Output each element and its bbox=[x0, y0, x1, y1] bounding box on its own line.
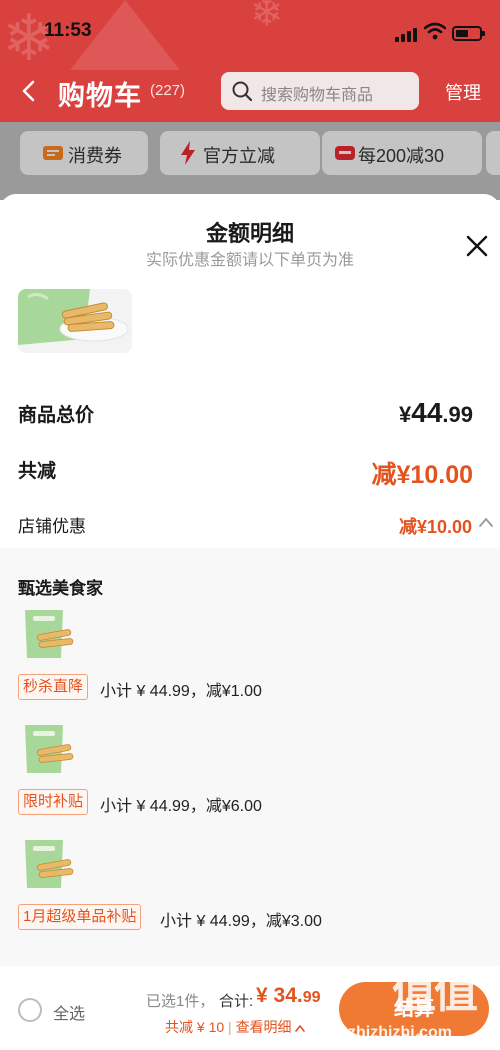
search-input[interactable]: 搜索购物车商品 bbox=[221, 72, 419, 110]
select-all-checkbox[interactable] bbox=[18, 998, 42, 1022]
battery-icon bbox=[452, 26, 485, 41]
chip-per-200-off-30[interactable]: 每200减30 bbox=[322, 131, 482, 175]
amount-detail-sheet: 金额明细 实际优惠金额请以下单页为准 商品总价 ¥44.99 共减 减¥10.0… bbox=[0, 194, 500, 966]
discount-item: 1月超级单品补贴 小计 ¥ 44.99，减¥3.00 bbox=[18, 838, 478, 948]
product-thumbnail[interactable] bbox=[23, 838, 75, 890]
store-discount-label[interactable]: 店铺优惠 bbox=[18, 512, 86, 537]
chip-more[interactable] bbox=[486, 131, 500, 175]
product-thumbnail[interactable] bbox=[18, 289, 132, 353]
discount-item: 秒杀直降 小计 ¥ 44.99，减¥1.00 bbox=[18, 608, 478, 718]
sheet-title: 金额明细 bbox=[205, 221, 294, 246]
selected-count: 已选1件， bbox=[146, 993, 215, 1010]
discount-item: 限时补贴 小计 ¥ 44.99，减¥6.00 bbox=[18, 723, 478, 833]
watermark-url: zhizhizhi.com bbox=[348, 1024, 452, 1041]
cart-count: (227) bbox=[150, 82, 186, 99]
shop-name: 甄选美食家 bbox=[18, 579, 103, 598]
chevron-up-icon[interactable] bbox=[479, 516, 493, 528]
nav-bar: 购物车 (227) 搜索购物车商品 管理 bbox=[0, 66, 500, 118]
product-thumbnail[interactable] bbox=[23, 608, 75, 660]
saved-summary[interactable]: 共减 ¥ 10 | 查看明细 bbox=[165, 1017, 306, 1037]
item-subtotal: 小计 ¥ 44.99，减¥3.00 bbox=[160, 913, 322, 930]
wifi-icon bbox=[424, 22, 446, 40]
search-icon bbox=[232, 81, 253, 102]
item-subtotal: 小计 ¥ 44.99，减¥6.00 bbox=[100, 798, 262, 815]
product-thumbnail[interactable] bbox=[23, 723, 75, 775]
total-reduce-value: 减¥10.00 bbox=[371, 461, 473, 489]
back-arrow-icon[interactable] bbox=[18, 78, 40, 104]
grand-total-label: 合计: bbox=[219, 993, 254, 1010]
promo-filter-strip: 消费券 官方立减 每200减30 bbox=[0, 122, 500, 200]
status-time: 11:53 bbox=[44, 20, 92, 41]
egg-roll-product-image bbox=[18, 289, 132, 353]
close-icon[interactable] bbox=[463, 232, 491, 260]
goods-total-label: 商品总价 bbox=[18, 405, 95, 426]
lightning-icon bbox=[181, 141, 195, 165]
grand-total-value: ¥ 34.99 bbox=[256, 984, 321, 1007]
search-placeholder: 搜索购物车商品 bbox=[261, 87, 374, 104]
discount-icon bbox=[335, 146, 355, 160]
manage-button[interactable]: 管理 bbox=[445, 79, 481, 105]
chip-label: 每200减30 bbox=[358, 146, 445, 166]
chip-official-discount[interactable]: 官方立减 bbox=[160, 131, 320, 175]
chip-label: 官方立减 bbox=[203, 146, 275, 166]
store-discount-value[interactable]: 减¥10.00 bbox=[399, 513, 472, 539]
status-bar: 11:53 bbox=[0, 0, 500, 64]
signal-icon bbox=[395, 28, 419, 42]
sheet-subtitle: 实际优惠金额请以下单页为准 bbox=[145, 252, 354, 269]
page-title: 购物车 bbox=[58, 81, 142, 111]
view-detail-link[interactable]: 查看明细 bbox=[236, 1019, 292, 1035]
cart-header: ❄ ❄ 11:53 购物车 (227) 搜索购物车商品 管理 消费券 官方立减 … bbox=[0, 0, 500, 200]
coupon-icon bbox=[43, 146, 63, 160]
item-subtotal: 小计 ¥ 44.99，减¥1.00 bbox=[100, 683, 262, 700]
chip-coupon[interactable]: 消费券 bbox=[20, 131, 148, 175]
discount-tag: 1月超级单品补贴 bbox=[18, 904, 142, 930]
chip-label: 消费券 bbox=[68, 146, 122, 166]
select-all-label[interactable]: 全选 bbox=[53, 1000, 85, 1024]
chevron-up-icon bbox=[295, 1025, 306, 1033]
discount-tag: 秒杀直降 bbox=[18, 674, 89, 700]
goods-total-value: ¥44.99 bbox=[399, 397, 473, 428]
store-discount-detail: 甄选美食家 秒杀直降 小计 ¥ 44.99，减¥1.00 限时补贴 小计 ¥ 4… bbox=[0, 548, 500, 966]
total-reduce-label: 共减 bbox=[18, 461, 57, 482]
discount-tag: 限时补贴 bbox=[18, 789, 89, 815]
